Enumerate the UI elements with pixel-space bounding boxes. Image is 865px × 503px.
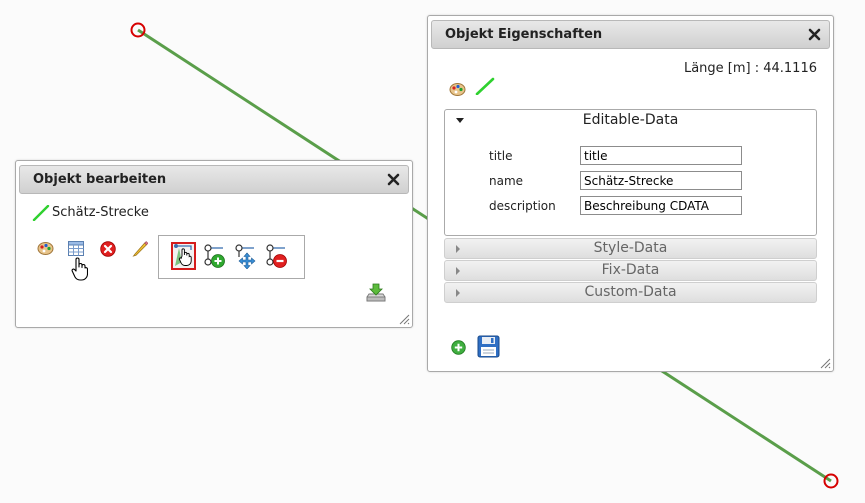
length-readout: Länge [m] : 44.1116 [683, 61, 817, 76]
collapsed-triangle-icon [456, 245, 460, 253]
field-label-description: description [489, 199, 556, 213]
field-label-name: name [489, 174, 524, 188]
properties-dialog-title: Objekt Eigenschaften [445, 27, 603, 42]
line-icon [475, 77, 495, 95]
style-data-label: Style-Data [593, 240, 668, 256]
name-input[interactable] [580, 171, 742, 190]
add-vertex-icon[interactable] [203, 243, 226, 269]
move-vertex-icon[interactable] [234, 243, 257, 269]
collapsed-triangle-icon [456, 267, 460, 275]
properties-dialog-titlebar[interactable]: Objekt Eigenschaften [431, 20, 830, 49]
add-icon[interactable] [451, 340, 466, 355]
field-label-title: title [489, 149, 513, 163]
expanded-triangle-icon [456, 118, 464, 123]
line-icon [32, 205, 50, 221]
palette-icon[interactable] [449, 82, 466, 97]
fix-data-header[interactable]: Fix-Data [444, 260, 817, 281]
select-vertex-icon[interactable] [171, 242, 196, 270]
description-input[interactable] [580, 196, 742, 215]
custom-data-header[interactable]: Custom-Data [444, 282, 817, 303]
delete-icon[interactable] [100, 241, 116, 257]
editable-data-section: Editable-Data title name description [444, 109, 817, 236]
remove-vertex-icon[interactable] [265, 243, 288, 269]
close-icon[interactable] [808, 28, 821, 41]
object-name: Schätz-Strecke [52, 205, 149, 220]
vertex-tool-group [158, 235, 305, 279]
hand-cursor-icon [71, 257, 88, 281]
collapsed-triangle-icon [456, 289, 460, 297]
save-icon[interactable] [477, 335, 500, 358]
close-icon[interactable] [387, 173, 400, 186]
custom-data-label: Custom-Data [584, 284, 677, 300]
resize-handle[interactable] [399, 314, 410, 325]
editable-data-header[interactable]: Editable-Data [445, 110, 816, 131]
edit-dialog-titlebar[interactable]: Objekt bearbeiten [19, 165, 409, 194]
table-icon[interactable] [68, 241, 84, 256]
editable-data-label: Editable-Data [582, 112, 679, 128]
object-properties-dialog: Objekt Eigenschaften Länge [m] : 44.1116… [427, 15, 834, 372]
pencil-icon[interactable] [132, 240, 148, 257]
edit-dialog-title: Objekt bearbeiten [33, 172, 167, 187]
resize-handle[interactable] [820, 358, 831, 369]
download-icon[interactable] [366, 283, 386, 303]
edit-object-dialog: Objekt bearbeiten Schätz-Strecke [15, 160, 413, 328]
title-input[interactable] [580, 146, 742, 165]
fix-data-label: Fix-Data [601, 262, 660, 278]
palette-icon[interactable] [37, 241, 54, 256]
style-data-header[interactable]: Style-Data [444, 238, 817, 259]
